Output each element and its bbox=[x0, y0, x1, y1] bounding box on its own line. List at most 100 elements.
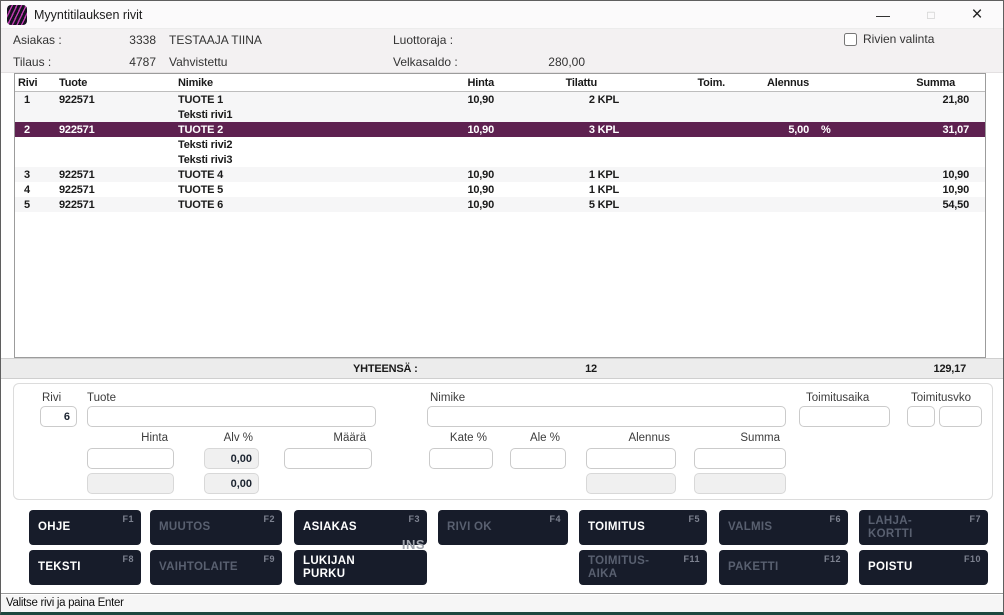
discount-pct-input[interactable] bbox=[510, 448, 566, 469]
fkey-label: F12 bbox=[824, 553, 841, 566]
header-cell-hinta: Hinta bbox=[409, 77, 494, 89]
fkey-label: F9 bbox=[263, 553, 275, 566]
fkey-label: F6 bbox=[829, 513, 841, 526]
debt-balance-label: Velkasaldo : bbox=[393, 55, 458, 69]
table-row[interactable]: 4 922571 TUOTE 5 10,90 1 KPL 10,90 bbox=[15, 182, 985, 197]
product-input[interactable] bbox=[87, 406, 376, 427]
fkey-label: F7 bbox=[969, 513, 981, 526]
button-ohje[interactable]: OHJE F1 bbox=[29, 510, 141, 545]
order-info-bar: Asiakas : 3338 TESTAAJA TIINA Luottoraja… bbox=[1, 29, 1003, 73]
delivery-week-label: Toimitusvko bbox=[911, 392, 971, 404]
button-muutos[interactable]: MUUTOS F2 bbox=[150, 510, 282, 545]
table-row-text[interactable]: Teksti rivi3 bbox=[15, 152, 985, 167]
totals-quantity: 12 bbox=[571, 363, 611, 375]
row-number-field[interactable] bbox=[40, 406, 77, 427]
header-cell-toim: Toim. bbox=[619, 77, 729, 89]
close-button[interactable]: × bbox=[957, 1, 997, 29]
maximize-icon: □ bbox=[927, 8, 934, 22]
sum-input-2 bbox=[694, 473, 786, 494]
discount-input[interactable] bbox=[586, 448, 676, 469]
order-lines-table: Rivi Tuote Nimike Hinta Tilattu Toim. Al… bbox=[14, 73, 986, 358]
delivery-week-input-2[interactable] bbox=[939, 406, 982, 427]
button-lukijan-purku[interactable]: LUKIJAN PURKU INS bbox=[294, 550, 427, 585]
table-row-text[interactable]: Teksti rivi1 bbox=[15, 107, 985, 122]
button-valmis[interactable]: VALMIS F6 bbox=[719, 510, 848, 545]
vat-label: Alv % bbox=[204, 432, 259, 444]
titlebar: Myyntitilauksen rivit — □ × bbox=[1, 1, 1003, 29]
window-title: Myyntitilauksen rivit bbox=[34, 8, 142, 22]
fkey-label: F10 bbox=[964, 553, 981, 566]
customer-number: 3338 bbox=[96, 33, 156, 47]
row-selection-label: Rivien valinta bbox=[863, 32, 934, 46]
product-label: Tuote bbox=[87, 392, 116, 404]
sum-input[interactable] bbox=[694, 448, 786, 469]
fkey-label: F1 bbox=[122, 513, 134, 526]
price-input-2 bbox=[87, 473, 174, 494]
header-cell-alennus: Alennus bbox=[729, 77, 809, 89]
sales-order-rows-window: Myyntitilauksen rivit — □ × Asiakas : 33… bbox=[0, 0, 1004, 615]
button-toimitusaika[interactable]: TOIMITUS- AIKA F11 bbox=[579, 550, 707, 585]
credit-limit-label: Luottoraja : bbox=[393, 33, 453, 47]
discount-input-2 bbox=[586, 473, 676, 494]
name-input[interactable] bbox=[427, 406, 786, 427]
table-row[interactable]: 1 922571 TUOTE 1 10,90 2 KPL 21,80 bbox=[15, 92, 985, 107]
row-number-label: Rivi bbox=[42, 392, 61, 404]
delivery-time-label: Toimitusaika bbox=[806, 392, 869, 404]
price-label: Hinta bbox=[87, 432, 174, 444]
price-input[interactable] bbox=[87, 448, 174, 469]
button-poistu[interactable]: POISTU F10 bbox=[859, 550, 988, 585]
vat-input-2 bbox=[204, 473, 259, 494]
quantity-input[interactable] bbox=[284, 448, 372, 469]
header-cell-rivi: Rivi bbox=[15, 77, 55, 89]
button-rivi-ok[interactable]: RIVI OK F4 bbox=[438, 510, 568, 545]
customer-label: Asiakas : bbox=[13, 33, 62, 47]
button-lahjakortti[interactable]: LAHJA- KORTTI F7 bbox=[859, 510, 988, 545]
table-row[interactable]: 3 922571 TUOTE 4 10,90 1 KPL 10,90 bbox=[15, 167, 985, 182]
order-status: Vahvistettu bbox=[169, 55, 227, 69]
quantity-label: Määrä bbox=[284, 432, 372, 444]
status-text: Valitse rivi ja paina Enter bbox=[6, 597, 124, 609]
line-edit-panel: Rivi Tuote Nimike Toimitusaika Toimitusv… bbox=[13, 383, 993, 500]
row-selection-checkbox[interactable] bbox=[844, 33, 857, 46]
order-label: Tilaus : bbox=[13, 55, 51, 69]
button-teksti[interactable]: TEKSTI F8 bbox=[29, 550, 141, 585]
button-paketti[interactable]: PAKETTI F12 bbox=[719, 550, 848, 585]
close-icon: × bbox=[971, 4, 982, 26]
maximize-button[interactable]: □ bbox=[911, 1, 951, 29]
discount-pct-label: Ale % bbox=[510, 432, 566, 444]
fkey-label: F3 bbox=[408, 513, 420, 526]
fkey-label: F11 bbox=[683, 553, 700, 566]
table-row[interactable]: 5 922571 TUOTE 6 10,90 5 KPL 54,50 bbox=[15, 197, 985, 212]
sum-label: Summa bbox=[694, 432, 786, 444]
fkey-label: F2 bbox=[263, 513, 275, 526]
order-number: 4787 bbox=[96, 55, 156, 69]
fkey-label: F4 bbox=[549, 513, 561, 526]
header-cell-tilattu: Tilattu bbox=[494, 77, 619, 89]
margin-label: Kate % bbox=[429, 432, 493, 444]
status-bar: Valitse rivi ja paina Enter bbox=[1, 593, 1003, 613]
minimize-icon: — bbox=[876, 7, 890, 23]
fkey-label: INS bbox=[402, 539, 425, 552]
minimize-button[interactable]: — bbox=[863, 1, 903, 29]
header-cell-nimike: Nimike bbox=[175, 77, 409, 89]
button-toimitus[interactable]: TOIMITUS F5 bbox=[579, 510, 707, 545]
table-header-row: Rivi Tuote Nimike Hinta Tilattu Toim. Al… bbox=[15, 74, 985, 92]
delivery-week-input-1[interactable] bbox=[907, 406, 935, 427]
table-row-text[interactable]: Teksti rivi2 bbox=[15, 137, 985, 152]
table-row-selected[interactable]: 2 922571 TUOTE 2 10,90 3 KPL 5,00 % 31,0… bbox=[15, 122, 985, 137]
name-label: Nimike bbox=[430, 392, 465, 404]
debt-balance-value: 280,00 bbox=[465, 55, 585, 69]
customer-name: TESTAAJA TIINA bbox=[169, 33, 262, 47]
header-cell-summa: Summa bbox=[844, 77, 969, 89]
delivery-time-input[interactable] bbox=[799, 406, 890, 427]
fkey-label: F5 bbox=[688, 513, 700, 526]
margin-input[interactable] bbox=[429, 448, 493, 469]
fkey-label: F8 bbox=[122, 553, 134, 566]
totals-label: YHTEENSÄ : bbox=[353, 363, 418, 375]
button-vaihtolaite[interactable]: VAIHTOLAITE F9 bbox=[150, 550, 282, 585]
totals-sum: 129,17 bbox=[934, 363, 966, 375]
totals-row: YHTEENSÄ : 12 129,17 bbox=[1, 358, 1003, 379]
app-logo-icon bbox=[7, 5, 27, 25]
vat-input bbox=[204, 448, 259, 469]
discount-label: Alennus bbox=[586, 432, 676, 444]
